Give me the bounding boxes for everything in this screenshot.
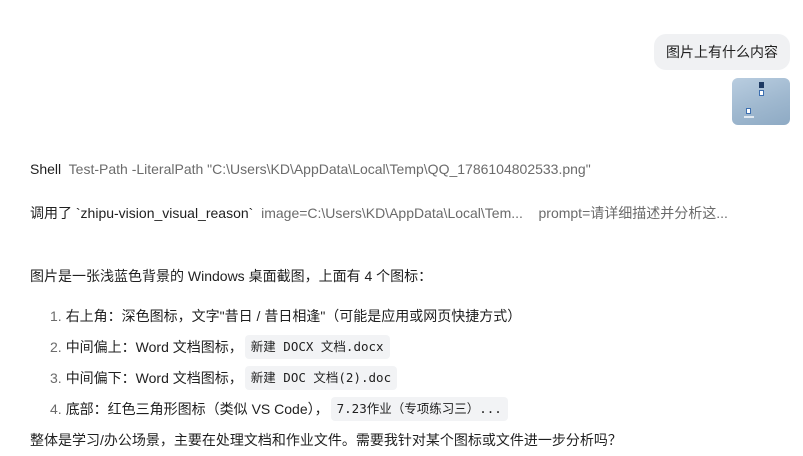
tool-call-name: 调用了 `zhipu-vision_visual_reason` (30, 205, 254, 221)
list-item-text: 右上角：深色图标，文字"昔日 / 昔日相逢"（可能是应用或网页快捷方式） (65, 307, 522, 324)
user-message-bubble: 图片上有什么内容 (654, 34, 790, 70)
chat-page: 图片上有什么内容 Shell Test-Path -LiteralPath "C… (0, 0, 803, 456)
list-item: 4. 底部：红色三角形图标（类似 VS Code）， 7.23作业（专项练习三）… (50, 393, 521, 424)
desktop-app-icon (759, 82, 764, 88)
list-item-number: 4. (50, 400, 62, 417)
list-item-text: 中间偏上：Word 文档图标， (65, 338, 243, 355)
tool-call-vision[interactable]: 调用了 `zhipu-vision_visual_reason` image=C… (30, 203, 728, 223)
tool-call-arg-prompt: prompt=请详细描述并分析这... (538, 205, 728, 221)
tool-call-shell[interactable]: Shell Test-Path -LiteralPath "C:\Users\K… (30, 159, 591, 179)
answer-summary: 整体是学习/办公场景，主要在处理文档和作业文件。需要我针对某个图标或文件进一步分… (30, 432, 622, 448)
desktop-file-icon (746, 108, 751, 114)
answer-intro: 图片是一张浅蓝色背景的 Windows 桌面截图，上面有 4 个图标： (30, 268, 433, 284)
desktop-icon-label (744, 116, 754, 118)
tool-call-name: Shell (30, 161, 62, 177)
list-item: 3. 中间偏下：Word 文档图标， 新建 DOC 文档(2).doc (50, 362, 521, 393)
list-item-text: 中间偏下：Word 文档图标， (65, 369, 243, 386)
inline-code: 7.23作业（专项练习三）... (330, 396, 508, 421)
list-item-text: 底部：红色三角形图标（类似 VS Code）， (65, 400, 329, 417)
list-item-number: 3. (50, 369, 62, 386)
desktop-word-icon (759, 90, 764, 96)
tool-call-arg-image: image=C:\Users\KD\AppData\Local\Tem... (261, 205, 523, 221)
list-item: 2. 中间偏上：Word 文档图标， 新建 DOCX 文档.docx (50, 331, 521, 362)
list-item: 1. 右上角：深色图标，文字"昔日 / 昔日相逢"（可能是应用或网页快捷方式） (50, 300, 521, 331)
attached-screenshot-thumbnail[interactable] (732, 78, 790, 125)
inline-code: 新建 DOCX 文档.docx (244, 334, 390, 359)
inline-code: 新建 DOC 文档(2).doc (244, 365, 398, 390)
user-message-text: 图片上有什么内容 (666, 44, 778, 60)
list-item-number: 1. (50, 307, 62, 324)
list-item-number: 2. (50, 338, 62, 355)
answer-list: 1. 右上角：深色图标，文字"昔日 / 昔日相逢"（可能是应用或网页快捷方式） … (50, 300, 521, 424)
tool-call-args: Test-Path -LiteralPath "C:\Users\KD\AppD… (68, 161, 591, 177)
